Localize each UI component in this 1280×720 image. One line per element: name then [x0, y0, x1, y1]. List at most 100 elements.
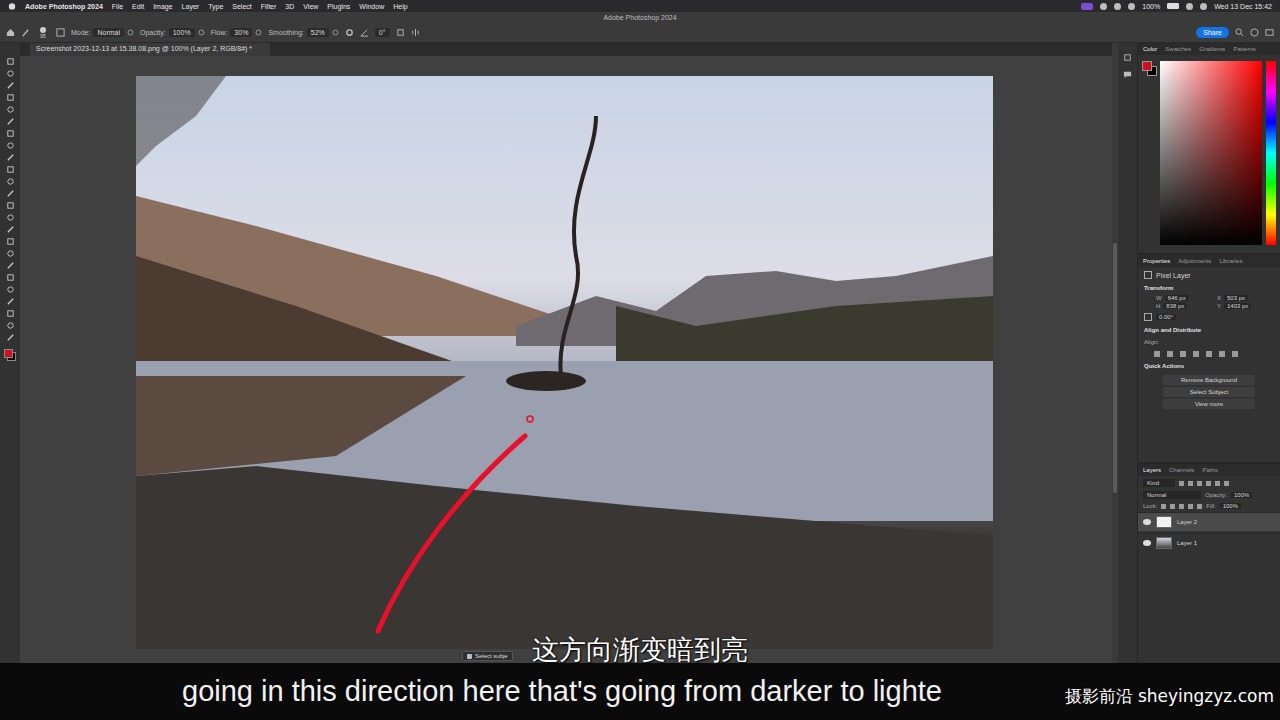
- option-value[interactable]: 52%: [307, 28, 329, 37]
- tool-icon[interactable]: [6, 285, 15, 294]
- eye-icon[interactable]: [1143, 540, 1151, 546]
- panel-tab[interactable]: Layers: [1143, 467, 1161, 473]
- align-icon[interactable]: [1232, 351, 1238, 357]
- layer-row[interactable]: Layer 2: [1138, 512, 1280, 531]
- quick-action-button[interactable]: View more: [1163, 399, 1255, 409]
- section-title[interactable]: Transform: [1138, 283, 1280, 293]
- angle-icon[interactable]: [360, 28, 369, 37]
- layer-row[interactable]: Layer 1: [1138, 533, 1280, 552]
- tool-icon[interactable]: [6, 141, 15, 150]
- panel-tab[interactable]: Paths: [1202, 467, 1217, 473]
- select-subject-button[interactable]: Select subje: [475, 653, 508, 659]
- tool-icon[interactable]: [6, 201, 15, 210]
- color-swatches[interactable]: [4, 349, 16, 361]
- photo[interactable]: [136, 76, 993, 649]
- menu-item[interactable]: Filter: [261, 3, 277, 10]
- option-value[interactable]: 30%: [230, 28, 252, 37]
- transform-field[interactable]: W646 px: [1156, 295, 1213, 301]
- panel-tab[interactable]: Patterns: [1233, 46, 1255, 52]
- gear-icon[interactable]: [345, 28, 354, 37]
- rotation-field[interactable]: 0.00°: [1138, 311, 1280, 323]
- panel-tab[interactable]: Color: [1143, 46, 1157, 52]
- tool-icon[interactable]: [6, 213, 15, 222]
- help-icon[interactable]: [1250, 28, 1259, 37]
- tool-icon[interactable]: [6, 273, 15, 282]
- contextual-task-bar[interactable]: Select subje: [462, 651, 513, 661]
- home-icon[interactable]: [6, 28, 15, 37]
- menu-item[interactable]: Window: [359, 3, 384, 10]
- quick-action-button[interactable]: Remove Background: [1163, 375, 1255, 385]
- app-menu[interactable]: Adobe Photoshop 2024: [25, 3, 103, 10]
- filter-icon[interactable]: [1206, 481, 1211, 486]
- lock-icon[interactable]: [1188, 504, 1193, 509]
- align-icon[interactable]: [1219, 351, 1225, 357]
- menu-item[interactable]: View: [303, 3, 318, 10]
- lock-icon[interactable]: [1170, 504, 1175, 509]
- pressure-icon[interactable]: [127, 29, 134, 36]
- tool-icon[interactable]: [6, 237, 15, 246]
- menu-item[interactable]: Edit: [132, 3, 144, 10]
- tool-icon[interactable]: [6, 333, 15, 342]
- option-field[interactable]: Smoothing:52%: [268, 28, 338, 37]
- align-icon[interactable]: [1167, 351, 1173, 357]
- wifi-icon[interactable]: [1186, 3, 1193, 10]
- color-field[interactable]: [1160, 61, 1262, 245]
- filter-icon[interactable]: [1197, 481, 1202, 486]
- option-field[interactable]: Flow:30%: [211, 28, 263, 37]
- status-icon[interactable]: [1081, 3, 1093, 10]
- panel-tab[interactable]: Libraries: [1219, 258, 1242, 264]
- brush-settings-icon[interactable]: [56, 28, 65, 37]
- menu-item[interactable]: Plugins: [327, 3, 350, 10]
- brush-angle[interactable]: 0°: [375, 28, 390, 37]
- document-tab[interactable]: Screenshot 2023-12-13 at 15.38.08.png @ …: [30, 43, 270, 56]
- transform-field[interactable]: X503 px: [1217, 295, 1274, 301]
- eye-icon[interactable]: [1143, 519, 1151, 525]
- tool-icon[interactable]: [6, 153, 15, 162]
- brush-icon[interactable]: [21, 28, 30, 37]
- panel-tab[interactable]: Gradients: [1199, 46, 1225, 52]
- option-value[interactable]: 100%: [169, 28, 195, 37]
- tool-icon[interactable]: [6, 93, 15, 102]
- panel-tab[interactable]: Swatches: [1165, 46, 1191, 52]
- lock-icon[interactable]: [1161, 504, 1166, 509]
- battery-icon[interactable]: [1167, 3, 1179, 9]
- menu-item[interactable]: Layer: [182, 3, 200, 10]
- opacity-field[interactable]: 100%: [1231, 492, 1252, 498]
- quick-action-button[interactable]: Select Subject: [1163, 387, 1255, 397]
- panel-tab[interactable]: Adjustments: [1178, 258, 1211, 264]
- filter-dropdown[interactable]: Kind: [1143, 479, 1175, 487]
- menu-item[interactable]: Select: [232, 3, 251, 10]
- pressure-icon[interactable]: [255, 29, 262, 36]
- apple-icon[interactable]: [8, 2, 16, 10]
- transform-field[interactable]: H838 px: [1156, 303, 1213, 309]
- menu-item[interactable]: 3D: [285, 3, 294, 10]
- foreground-color[interactable]: [4, 349, 13, 358]
- hue-slider[interactable]: [1266, 61, 1276, 245]
- section-title[interactable]: Align and Distribute: [1138, 325, 1280, 335]
- tool-icon[interactable]: [6, 177, 15, 186]
- transform-field[interactable]: Y1403 px: [1217, 303, 1274, 309]
- option-field[interactable]: Mode:Normal: [71, 28, 134, 37]
- battery-level[interactable]: 100%: [1142, 3, 1160, 10]
- filter-icon[interactable]: [1224, 481, 1229, 486]
- pressure-icon[interactable]: [332, 29, 339, 36]
- status-icon[interactable]: [1100, 3, 1107, 10]
- align-icon[interactable]: [1180, 351, 1186, 357]
- menu-item[interactable]: Image: [153, 3, 172, 10]
- filter-icon[interactable]: [1188, 481, 1193, 486]
- section-title[interactable]: Quick Actions: [1138, 361, 1280, 371]
- pressure-icon[interactable]: [198, 29, 205, 36]
- menu-item[interactable]: Type: [208, 3, 223, 10]
- tool-icon[interactable]: [6, 81, 15, 90]
- fill-field[interactable]: 100%: [1220, 503, 1241, 509]
- tool-icon[interactable]: [6, 261, 15, 270]
- tool-icon[interactable]: [6, 309, 15, 318]
- status-icon[interactable]: [1128, 3, 1135, 10]
- tool-icon[interactable]: [6, 165, 15, 174]
- menu-item[interactable]: Help: [393, 3, 407, 10]
- workspace-icon[interactable]: [1265, 28, 1274, 37]
- history-icon[interactable]: [1123, 53, 1132, 62]
- share-button[interactable]: Share: [1196, 27, 1229, 38]
- tool-icon[interactable]: [6, 321, 15, 330]
- tool-icon[interactable]: [6, 249, 15, 258]
